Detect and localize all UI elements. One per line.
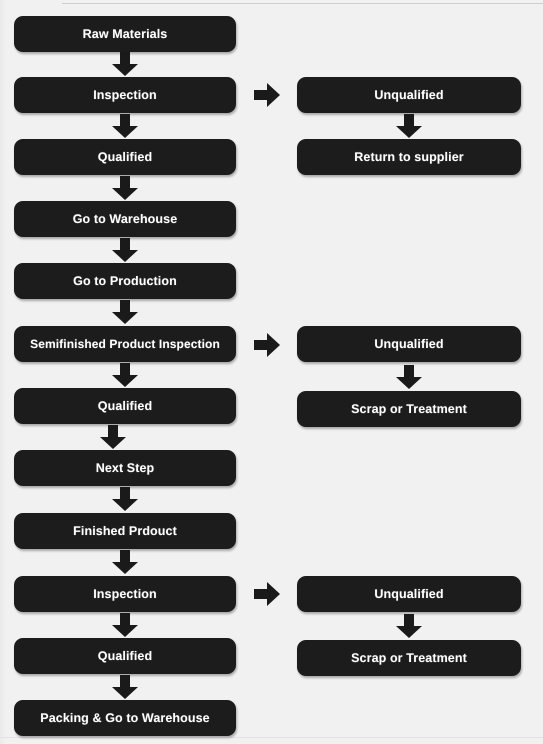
branch-node-unqualified-1[interactable]: Unqualified <box>297 77 521 113</box>
flow-node-label: Qualified <box>97 648 153 663</box>
arrow-down-icon <box>100 425 126 449</box>
branch-node-scrap-or-treatment-1[interactable]: Scrap or Treatment <box>297 391 521 427</box>
branch-node-unqualified-2[interactable]: Unqualified <box>297 326 521 362</box>
flow-node-go-to-warehouse[interactable]: Go to Warehouse <box>14 201 236 237</box>
flow-node-inspection-1[interactable]: Inspection <box>14 77 236 113</box>
branch-node-label: Unqualified <box>374 87 444 102</box>
flow-node-label: Go to Production <box>73 273 177 288</box>
flow-node-label: Qualified <box>97 398 153 413</box>
top-divider-line <box>62 3 543 4</box>
flow-node-label: Finished Prdouct <box>73 523 177 538</box>
arrow-down-icon <box>112 114 138 138</box>
arrow-down-icon <box>396 365 422 389</box>
arrow-down-icon <box>112 52 138 76</box>
arrow-right-icon <box>254 83 280 107</box>
flow-node-label: Packing & Go to Warehouse <box>40 710 210 725</box>
flow-node-finished-product[interactable]: Finished Prdouct <box>14 513 236 549</box>
flow-node-qualified-1[interactable]: Qualified <box>14 139 236 175</box>
branch-node-scrap-or-treatment-2[interactable]: Scrap or Treatment <box>297 640 521 676</box>
flow-node-label: Qualified <box>97 149 153 164</box>
arrow-right-icon <box>254 582 280 606</box>
arrow-down-icon <box>112 487 138 511</box>
flow-node-qualified-3[interactable]: Qualified <box>14 638 236 674</box>
flow-node-inspection-2[interactable]: Inspection <box>14 576 236 612</box>
arrow-down-icon <box>112 238 138 262</box>
flow-node-semifinished-product-inspection[interactable]: Semifinished Product Inspection <box>14 326 236 362</box>
bottom-divider-line <box>0 737 543 738</box>
flow-node-label: Next Step <box>95 460 155 475</box>
arrow-down-icon <box>112 675 138 699</box>
flow-node-qualified-2[interactable]: Qualified <box>14 388 236 424</box>
branch-node-label: Unqualified <box>374 586 444 601</box>
flow-node-next-step[interactable]: Next Step <box>14 450 236 486</box>
flow-node-label: Semifinished Product Inspection <box>30 337 220 351</box>
branch-node-label: Scrap or Treatment <box>351 401 467 416</box>
branch-node-label: Unqualified <box>374 336 444 351</box>
arrow-down-icon <box>112 550 138 574</box>
branch-node-label: Return to supplier <box>354 149 464 164</box>
arrow-right-icon <box>254 333 280 357</box>
branch-node-unqualified-3[interactable]: Unqualified <box>297 576 521 612</box>
arrow-down-icon <box>112 363 138 387</box>
arrow-down-icon <box>112 176 138 200</box>
arrow-down-icon <box>396 614 422 638</box>
flow-node-raw-materials[interactable]: Raw Materials <box>14 16 236 52</box>
flow-node-label: Inspection <box>93 87 157 102</box>
branch-node-return-to-supplier[interactable]: Return to supplier <box>297 139 521 175</box>
flow-node-go-to-production[interactable]: Go to Production <box>14 263 236 299</box>
arrow-down-icon <box>396 114 422 138</box>
arrow-down-icon <box>112 613 138 637</box>
arrow-down-icon <box>112 300 138 324</box>
flow-node-label: Raw Materials <box>82 26 168 41</box>
flowchart-canvas: Raw Materials Inspection Qualified Go to… <box>0 0 543 744</box>
flow-node-label: Inspection <box>93 586 157 601</box>
flow-node-packing-go-to-warehouse[interactable]: Packing & Go to Warehouse <box>14 700 236 736</box>
flow-node-label: Go to Warehouse <box>72 211 178 226</box>
branch-node-label: Scrap or Treatment <box>351 650 467 665</box>
